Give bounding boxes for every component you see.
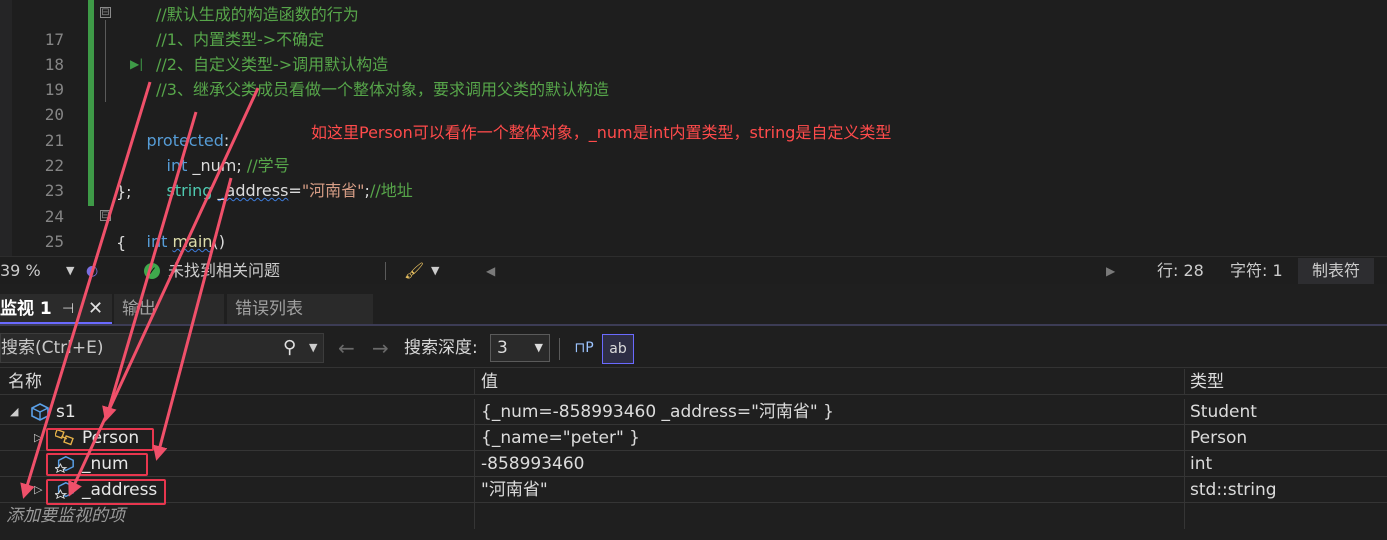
grid-header: 名称 值 类型 (0, 369, 1387, 395)
highlight-box (46, 479, 166, 505)
close-icon[interactable]: ✕ (88, 294, 103, 324)
code-comment: //默认生成的构造函数的行为 (156, 5, 359, 24)
cleanup-brush-icon[interactable]: 🖌 (404, 257, 424, 285)
variable-type: Student (1184, 399, 1387, 425)
code-comment: //3、继承父类成员看做一个整体对象，要求调用父类的默认构造 (156, 80, 609, 99)
table-row[interactable]: ▷ Person {_name="peter" } Person (0, 425, 1387, 451)
watch-toolbar: 搜索(Ctrl+E) ⚲ ▼ ← → 搜索深度: 3 ▼ ⊓P ab (0, 328, 1387, 368)
search-placeholder: 搜索(Ctrl+E) (1, 338, 104, 358)
code-editor[interactable]: ⊟ ⊟ 17 //默认生成的构造函数的行为 18 //1、内置类型->不确定 1… (0, 0, 1387, 256)
code-punct: }; (116, 182, 132, 201)
separator (559, 338, 560, 360)
zoom-dropdown-icon[interactable]: ▼ (66, 257, 74, 285)
variable-value[interactable]: -858993460 (474, 451, 1184, 477)
search-icon[interactable]: ⚲ (283, 334, 296, 362)
table-row[interactable]: _num -858993460 int (0, 451, 1387, 477)
variable-value[interactable]: {_name="peter" } (474, 425, 1184, 451)
code-line[interactable]: 17 //默认生成的构造函数的行为 (0, 2, 1387, 49)
line-indicator[interactable]: 行: 28 (1157, 257, 1204, 285)
expand-icon[interactable]: ▷ (34, 477, 42, 503)
table-row[interactable]: ◢ s1 {_num=-858993460 _address="河南省" } S… (0, 399, 1387, 425)
collapse-icon[interactable]: ◢ (10, 399, 18, 425)
code-line[interactable]: 25 int main() (0, 204, 1387, 251)
check-circle-icon: ✓ (144, 263, 160, 279)
highlight-box (46, 453, 148, 476)
search-next-icon[interactable]: → (372, 334, 389, 362)
chevron-down-icon[interactable]: ▼ (309, 334, 317, 362)
variable-type: std::string (1184, 477, 1387, 503)
search-depth-label: 搜索深度: (404, 338, 478, 358)
chevron-down-icon: ▼ (534, 341, 543, 354)
code-line[interactable]: 26 { (0, 230, 1387, 255)
chevron-down-icon[interactable]: ▼ (431, 257, 439, 285)
code-line[interactable]: 19 ▶| //2、自定义类型->调用默认构造 (0, 52, 1387, 99)
column-header-name[interactable]: 名称 (0, 369, 474, 395)
zoom-level[interactable]: 39 % (0, 257, 41, 285)
code-line[interactable]: 20 //3、继承父类成员看做一个整体对象，要求调用父类的默认构造 (0, 77, 1387, 124)
scroll-right-icon[interactable]: ▶ (1106, 257, 1115, 285)
column-header-value[interactable]: 值 (474, 369, 1184, 395)
indent-mode[interactable]: 制表符 (1298, 258, 1375, 284)
annotation-text: 如这里Person可以看作一个整体对象，_num是int内置类型，string是… (311, 123, 892, 142)
char-indicator[interactable]: 字符: 1 (1230, 257, 1283, 285)
variable-type: Person (1184, 425, 1387, 451)
scroll-left-icon[interactable]: ◀ (486, 257, 495, 285)
variable-value[interactable]: "河南省" (474, 477, 1184, 503)
code-comment: //1、内置类型->不确定 (156, 30, 325, 49)
tab-label: 监视 1 (0, 299, 52, 319)
search-depth-value: 3 (497, 338, 508, 358)
copilot-icon[interactable]: ◐ (86, 257, 98, 285)
pin-source-icon[interactable]: ⊓P (568, 334, 600, 364)
column-header-type[interactable]: 类型 (1184, 369, 1387, 395)
search-input[interactable]: 搜索(Ctrl+E) ⚲ ▼ (0, 333, 324, 363)
current-statement-icon: ▶| (130, 57, 144, 71)
search-previous-icon[interactable]: ← (338, 334, 355, 362)
tab-label: 错误列表 (235, 299, 303, 319)
table-row[interactable]: ▷ _address "河南省" std::string (0, 477, 1387, 503)
highlight-box (46, 428, 154, 451)
editor-status-bar: 39 % ▼ ◐ ✓ 未找到相关问题 🖌 ▼ ◀ ▶ 行: 28 字符: 1 制… (0, 256, 1387, 284)
add-watch-row[interactable]: 添加要监视的项 (0, 503, 1387, 529)
tab-label: 输出 (122, 299, 156, 319)
expand-icon[interactable]: ▷ (34, 425, 42, 451)
tab-output[interactable]: 输出 (114, 294, 224, 324)
variable-name: s1 (56, 402, 76, 422)
pin-icon[interactable]: ⊣ (62, 294, 74, 324)
code-line[interactable]: 23 string _address="河南省";//地址 (0, 153, 1387, 200)
object-icon (31, 403, 49, 421)
watch-grid: 名称 值 类型 ◢ s1 {_num=-858993460 _address="… (0, 369, 1387, 540)
code-comment: //2、自定义类型->调用默认构造 (156, 55, 389, 74)
search-depth-select[interactable]: 3 ▼ (490, 334, 550, 362)
tool-window-tabs: 监视 1 ⊣ ✕ 输出 错误列表 (0, 284, 1387, 326)
tab-watch-1[interactable]: 监视 1 ⊣ ✕ (0, 294, 112, 324)
tab-error-list[interactable]: 错误列表 (227, 294, 373, 324)
variable-value[interactable]: {_num=-858993460 _address="河南省" } (474, 399, 1184, 425)
code-line[interactable]: 18 //1、内置类型->不确定 (0, 27, 1387, 74)
variable-type: int (1184, 451, 1387, 477)
issues-status[interactable]: 未找到相关问题 (168, 257, 280, 285)
view-format-icon[interactable]: ab (602, 334, 634, 364)
separator (385, 262, 386, 280)
code-line[interactable]: 24 }; (0, 179, 1387, 226)
code-punct: { (116, 233, 127, 252)
add-watch-input[interactable]: 添加要监视的项 (0, 503, 474, 529)
